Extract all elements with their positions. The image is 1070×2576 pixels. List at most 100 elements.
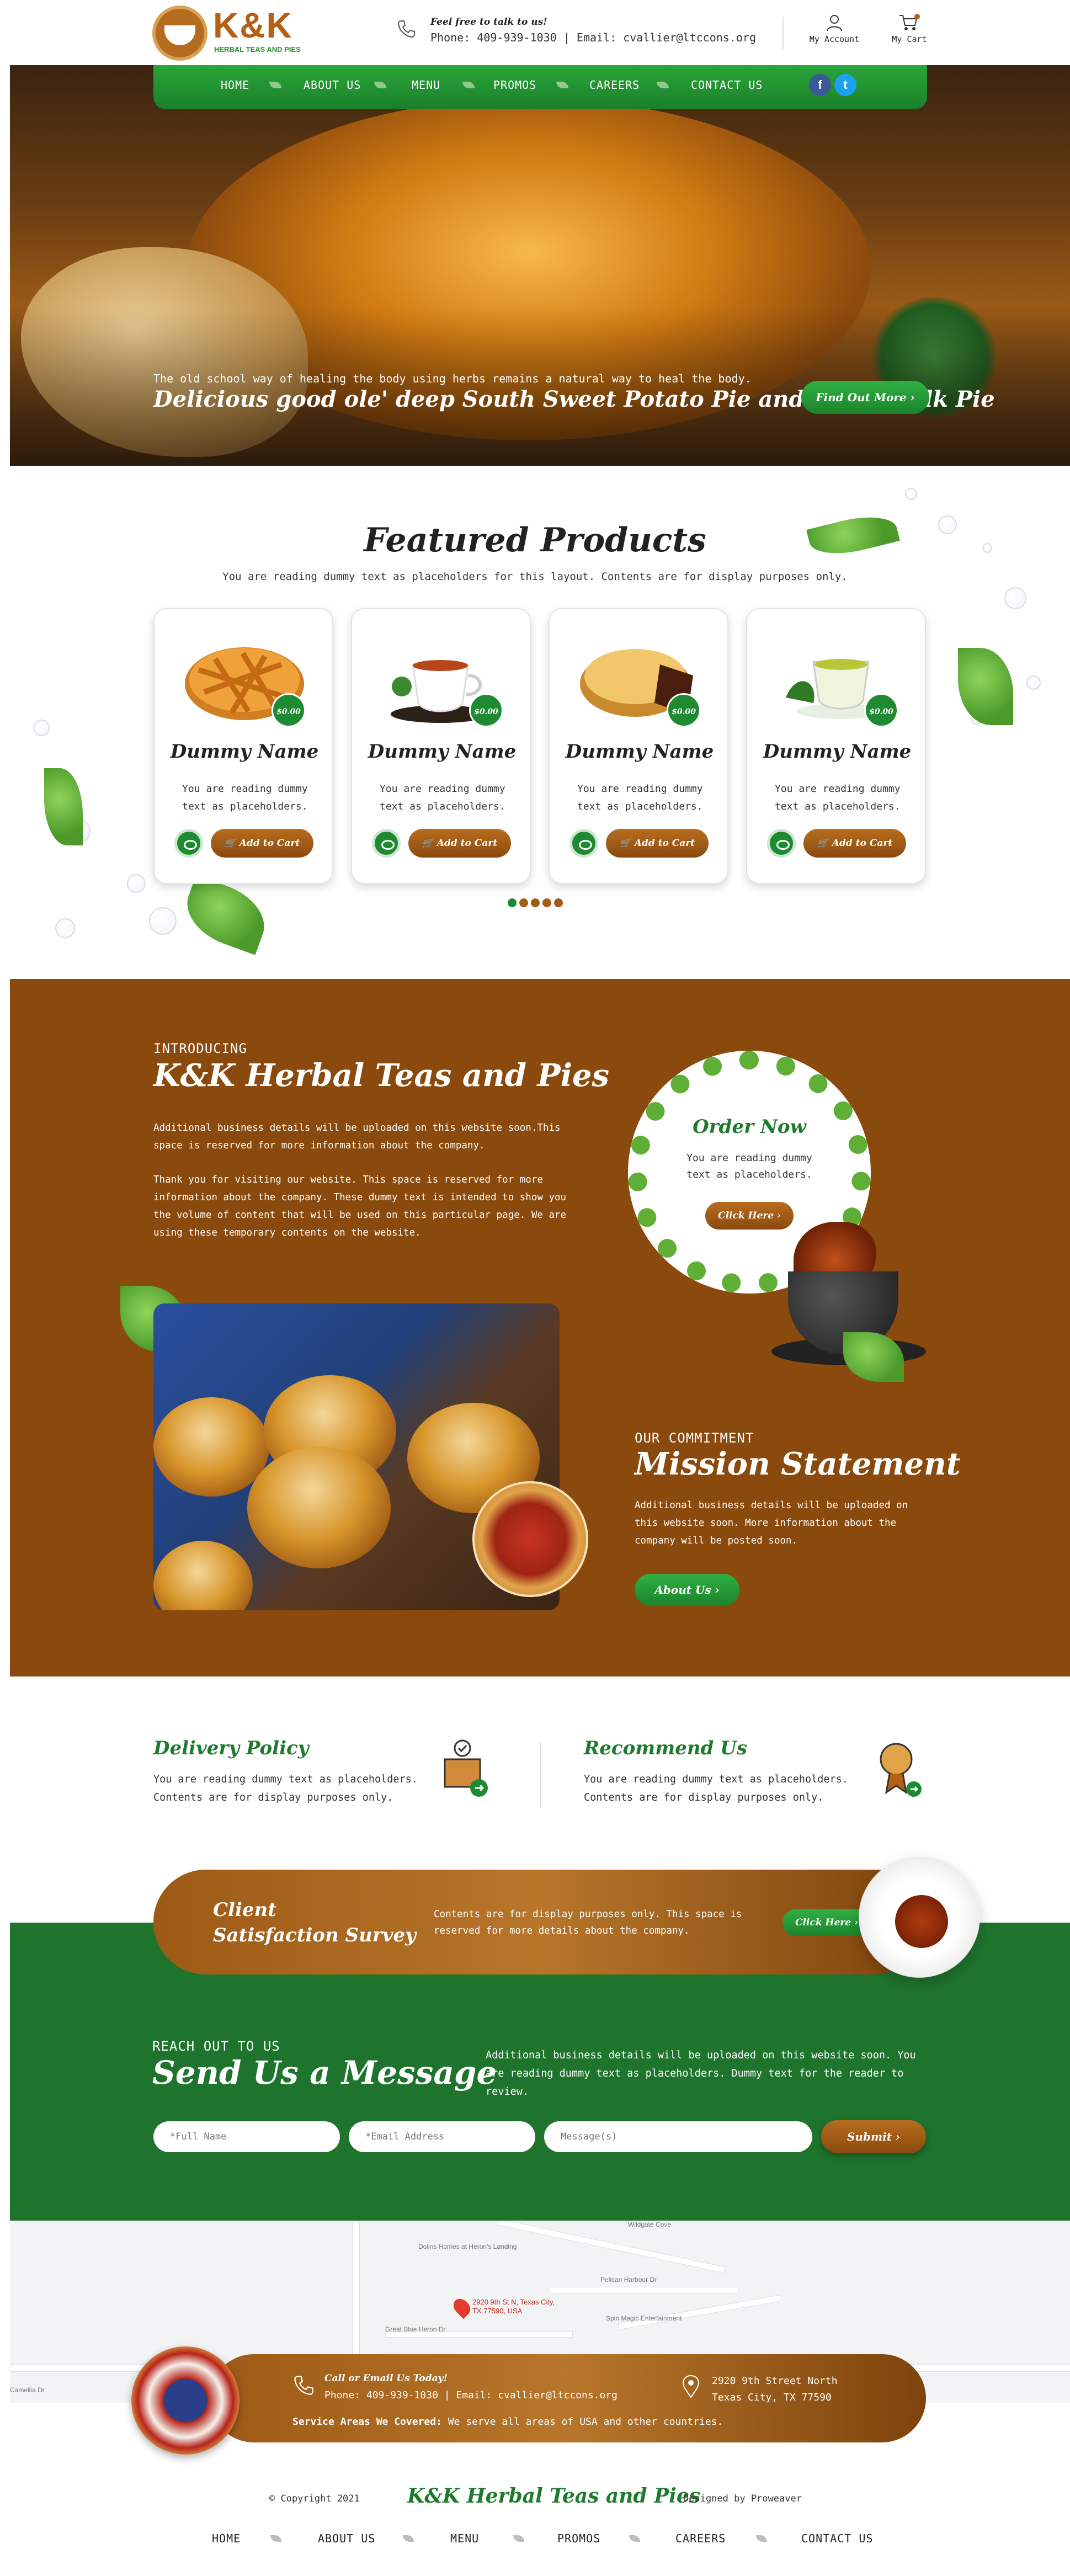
view-icon[interactable] bbox=[767, 829, 796, 858]
view-icon[interactable] bbox=[372, 829, 401, 858]
product-name: Dummy Name bbox=[763, 741, 912, 763]
survey-title: Client Satisfaction Survey bbox=[213, 1897, 416, 1948]
my-cart-button[interactable]: My Cart bbox=[882, 13, 937, 52]
hero-subtitle: The old school way of healing the body u… bbox=[153, 372, 752, 385]
footer-nav-home[interactable]: HOME bbox=[212, 2532, 241, 2545]
pagination-dot[interactable] bbox=[542, 898, 551, 907]
delivery-policy-title: Delivery Policy bbox=[153, 1737, 309, 1759]
nav-careers[interactable]: CAREERS bbox=[589, 78, 640, 92]
product-name: Dummy Name bbox=[368, 741, 517, 763]
mission-description: Additional business details will be uplo… bbox=[635, 1500, 908, 1546]
my-account-button[interactable]: My Account bbox=[807, 13, 862, 52]
hero-banner: The old school way of healing the body u… bbox=[10, 65, 1070, 466]
map-pin-icon[interactable] bbox=[450, 2295, 474, 2319]
delivery-policy[interactable]: Delivery Policy You are reading dummy te… bbox=[153, 1737, 488, 1807]
product-card[interactable]: $0.00 Dummy Name You are reading dummy t… bbox=[351, 608, 531, 884]
view-icon[interactable] bbox=[569, 829, 598, 858]
product-price: $0.00 bbox=[667, 693, 701, 727]
footer-nav-promos[interactable]: PROMOS bbox=[557, 2532, 600, 2545]
brand-logo[interactable]: K&K HERBAL TEAS AND PIES bbox=[152, 3, 301, 61]
pagination-dot[interactable] bbox=[554, 898, 563, 907]
flag-pie-image bbox=[131, 2346, 239, 2455]
message-eyebrow: REACH OUT TO US bbox=[152, 2039, 280, 2054]
product-description: You are reading dummy text as placeholde… bbox=[182, 783, 308, 812]
map-label: Pelican Harbour Dr bbox=[600, 2276, 657, 2284]
my-account-label: My Account bbox=[809, 34, 860, 44]
water-bubble bbox=[149, 907, 177, 935]
recommend-us[interactable]: Recommend Us You are reading dummy text … bbox=[584, 1737, 922, 1807]
nav-leaf-icon bbox=[269, 82, 281, 88]
survey-click-here-button[interactable]: Click Here › bbox=[782, 1909, 871, 1936]
footer-brand: K&K Herbal Teas and Pies bbox=[407, 2484, 701, 2508]
nav-about-us[interactable]: ABOUT US bbox=[304, 78, 361, 92]
footer-nav-contact-us[interactable]: CONTACT US bbox=[801, 2532, 873, 2545]
full-name-input[interactable] bbox=[153, 2121, 340, 2152]
nav-contact-us[interactable]: CONTACT US bbox=[691, 78, 763, 92]
featured-section: Featured Products You are reading dummy … bbox=[0, 466, 1070, 979]
intro-section: INTRODUCING K&K Herbal Teas and Pies Add… bbox=[10, 979, 1070, 1676]
about-us-button[interactable]: About Us › bbox=[635, 1574, 739, 1606]
designed-by[interactable]: Designed by Proweaver bbox=[683, 2493, 802, 2504]
submit-button[interactable]: Submit › bbox=[821, 2120, 926, 2153]
view-icon[interactable] bbox=[174, 829, 203, 858]
footer-nav-menu[interactable]: MENU bbox=[450, 2532, 479, 2545]
map-label: Dolins Homes at Heron's Landing bbox=[418, 2243, 517, 2250]
add-to-cart-button[interactable]: 🛒 Add to Cart bbox=[211, 829, 313, 858]
nav-home[interactable]: HOME bbox=[221, 78, 249, 92]
service-areas: Service Areas We Covered: We serve all a… bbox=[292, 2416, 723, 2428]
water-bubble bbox=[127, 874, 146, 893]
add-to-cart-button[interactable]: 🛒 Add to Cart bbox=[606, 829, 709, 858]
contact-line: Phone: 409-939-1030 | Email: cvallier@lt… bbox=[430, 31, 757, 44]
logo-emblem bbox=[152, 6, 207, 61]
pagination-dot[interactable] bbox=[519, 898, 528, 907]
nav-leaf-icon bbox=[756, 2535, 767, 2542]
pagination-dot[interactable] bbox=[531, 898, 540, 907]
product-price: $0.00 bbox=[469, 693, 503, 727]
footer-nav-careers[interactable]: CAREERS bbox=[675, 2532, 726, 2545]
message-title: Send Us a Message bbox=[152, 2054, 497, 2091]
product-description: You are reading dummy text as placeholde… bbox=[380, 783, 505, 812]
find-out-more-button[interactable]: Find Out More › bbox=[801, 381, 929, 414]
product-card[interactable]: $0.00 Dummy Name You are reading dummy t… bbox=[549, 608, 728, 884]
copyright-bar: © Copyright 2021 K&K Herbal Teas and Pie… bbox=[0, 2482, 1070, 2515]
policy-divider bbox=[540, 1742, 541, 1808]
nav-leaf-icon bbox=[513, 2535, 524, 2542]
water-bubble bbox=[1004, 587, 1026, 609]
twitter-icon[interactable]: t bbox=[834, 74, 856, 96]
order-now-description: You are reading dummy text as placeholde… bbox=[686, 1152, 812, 1180]
mint-leaf-decoration bbox=[177, 875, 274, 955]
add-to-cart-button[interactable]: 🛒 Add to Cart bbox=[803, 829, 906, 858]
footer-nav-about-us[interactable]: ABOUT US bbox=[318, 2532, 375, 2545]
nav-menu[interactable]: MENU bbox=[412, 78, 440, 92]
facebook-icon[interactable]: f bbox=[809, 74, 831, 96]
mission-eyebrow: OUR COMMITMENT bbox=[635, 1430, 754, 1446]
nav-leaf-icon bbox=[374, 82, 386, 88]
header-divider bbox=[782, 17, 784, 50]
featured-description: You are reading dummy text as placeholde… bbox=[222, 571, 848, 583]
map-label: Camellia Dr bbox=[10, 2386, 45, 2394]
email-input[interactable] bbox=[349, 2121, 535, 2152]
product-card[interactable]: $0.00 Dummy Name You are reading dummy t… bbox=[746, 608, 926, 884]
product-price: $0.00 bbox=[864, 693, 898, 727]
muffin bbox=[153, 1397, 269, 1497]
map-label: Great Blue Heron Dr bbox=[385, 2325, 446, 2333]
add-to-cart-label: Add to Cart bbox=[436, 838, 498, 849]
product-description: You are reading dummy text as placeholde… bbox=[577, 783, 703, 812]
survey-banner: Client Satisfaction Survey Contents are f… bbox=[153, 1870, 926, 1974]
policies-section: Delivery Policy You are reading dummy te… bbox=[0, 1676, 1070, 1859]
survey-description: Contents are for display purposes only. … bbox=[434, 1909, 742, 1936]
product-card[interactable]: $0.00 Dummy Name You are reading dummy t… bbox=[153, 608, 333, 884]
intro-paragraph-2: Thank you for visiting our website. This… bbox=[153, 1174, 567, 1238]
order-now-title: Order Now bbox=[693, 1116, 806, 1138]
muffin bbox=[153, 1541, 253, 1610]
map-road bbox=[497, 2221, 726, 2274]
add-to-cart-button[interactable]: 🛒 Add to Cart bbox=[408, 829, 511, 858]
nav-leaf-icon bbox=[462, 82, 475, 88]
pagination-dot[interactable] bbox=[508, 898, 517, 907]
service-areas-text: We serve all areas of USA and other coun… bbox=[448, 2416, 723, 2428]
footer-contact-line: Phone: 409-939-1030 | Email: cvallier@lt… bbox=[324, 2389, 618, 2401]
mint-leaf-decoration bbox=[44, 768, 83, 845]
message-input[interactable] bbox=[544, 2121, 812, 2152]
add-to-cart-label: Add to Cart bbox=[634, 838, 695, 849]
nav-promos[interactable]: PROMOS bbox=[493, 78, 536, 92]
